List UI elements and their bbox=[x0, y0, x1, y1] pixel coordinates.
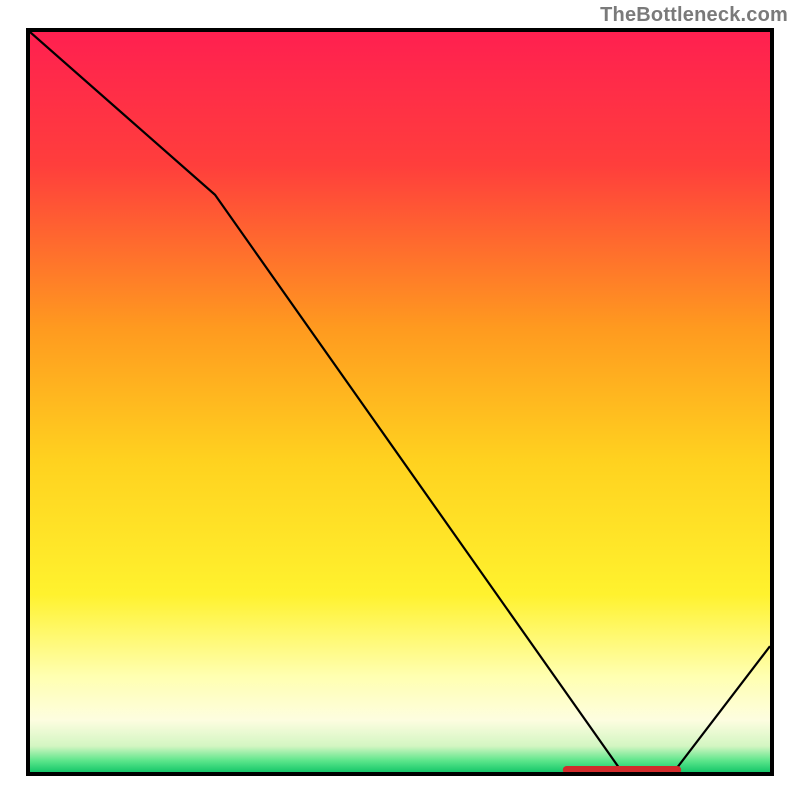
gradient-background bbox=[30, 32, 770, 772]
plot-frame bbox=[26, 28, 774, 776]
chart-container: TheBottleneck.com bbox=[0, 0, 800, 800]
attribution-text: TheBottleneck.com bbox=[600, 4, 788, 27]
chart-svg bbox=[30, 32, 770, 772]
optimal-range-marker bbox=[563, 766, 681, 772]
